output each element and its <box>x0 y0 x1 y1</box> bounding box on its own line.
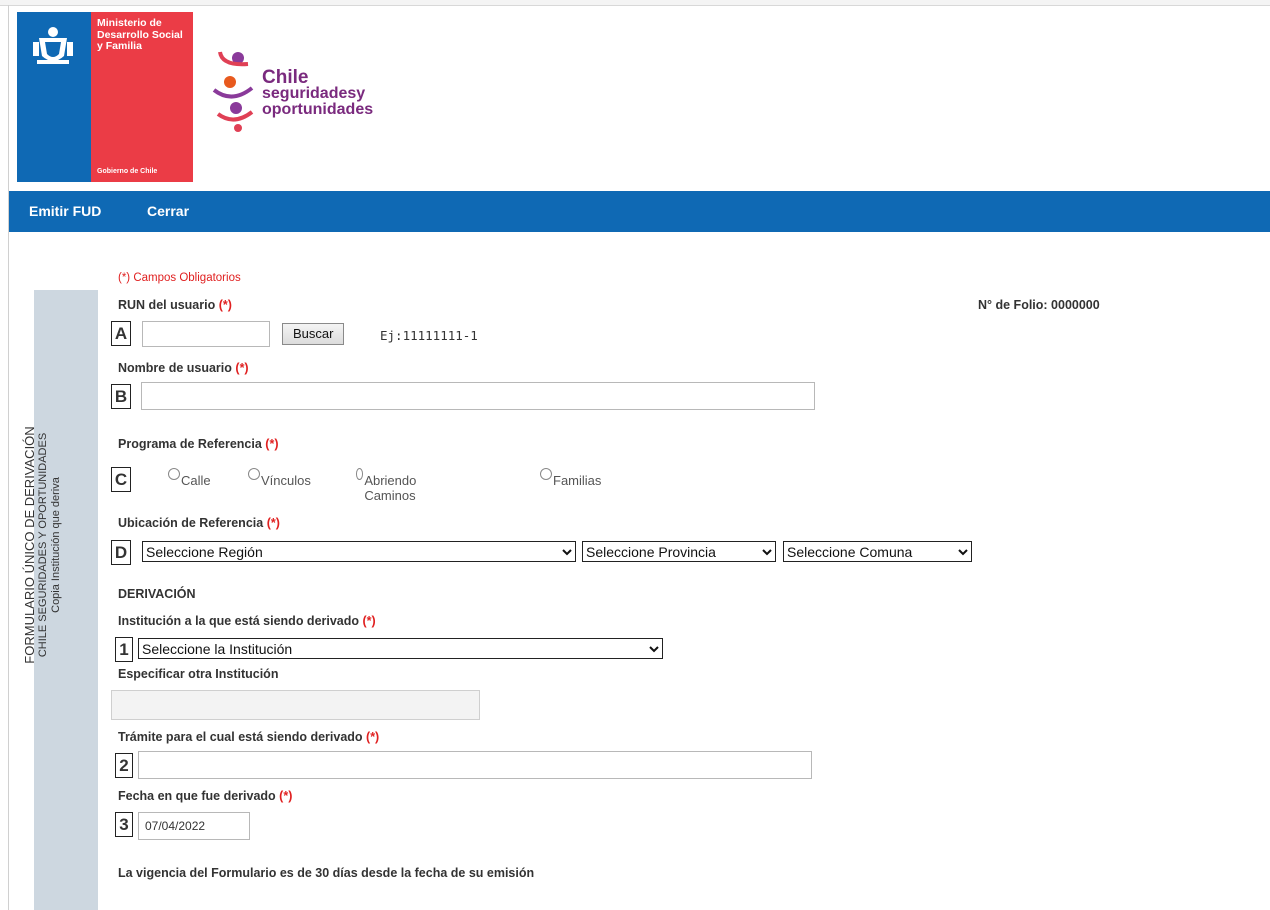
chevron-down-icon <box>762 548 772 555</box>
marker-c: C <box>111 467 131 492</box>
fecha-label-text: Fecha en que fue derivado <box>118 789 276 803</box>
run-label: RUN del usuario (*) <box>118 298 232 312</box>
shield-icon <box>33 27 73 64</box>
marker-3: 3 <box>115 812 133 837</box>
chevron-down-icon <box>649 645 659 652</box>
run-hint: Ej:11111111-1 <box>380 328 478 343</box>
institucion-select-value: Seleccione la Institución <box>142 640 293 657</box>
otra-institucion-label: Especificar otra Institución <box>118 667 279 681</box>
region-select[interactable]: Seleccione Región <box>142 541 576 562</box>
tramite-input[interactable] <box>138 751 812 779</box>
chevron-down-icon <box>958 548 968 555</box>
radio-calle-label: Calle <box>181 473 211 488</box>
chile-seguridades-logo: Chile seguridadesy oportunidades <box>212 48 412 148</box>
required-mark: (*) <box>235 361 249 375</box>
buscar-button[interactable]: Buscar <box>282 323 345 345</box>
radio-abriendo-caminos[interactable]: Abriendo Caminos <box>356 465 421 503</box>
gobierno-de-chile-label: Gobierno de Chile <box>97 168 158 175</box>
logo-blue-panel <box>17 12 91 182</box>
marker-2: 2 <box>115 753 133 778</box>
comuna-select[interactable]: Seleccione Comuna <box>783 541 972 562</box>
marker-b: B <box>111 384 131 409</box>
required-mark: (*) <box>362 614 376 628</box>
run-label-text: RUN del usuario <box>118 298 216 312</box>
required-mark: (*) <box>279 789 293 803</box>
run-input[interactable] <box>142 321 270 347</box>
nombre-input[interactable] <box>141 382 815 410</box>
ministerio-name: Ministerio de Desarrollo Social y Famili… <box>97 17 183 52</box>
vigencia-note: La vigencia del Formulario es de 30 días… <box>118 866 535 880</box>
radio-vinculos[interactable]: Vínculos <box>248 465 311 488</box>
figures-icon <box>212 51 254 132</box>
comuna-select-value: Seleccione Comuna <box>787 543 913 560</box>
institucion-label-text: Institución a la que está siendo derivad… <box>118 614 360 628</box>
radio-circle[interactable] <box>168 468 180 480</box>
ubicacion-label: Ubicación de Referencia (*) <box>118 516 280 530</box>
programa-label: Programa de Referencia (*) <box>118 437 279 451</box>
institucion-select[interactable]: Seleccione la Institución <box>138 638 663 659</box>
required-mark: (*) <box>265 437 279 451</box>
marker-a: A <box>111 321 131 346</box>
gobierno-logo: Ministerio de Desarrollo Social y Famili… <box>17 12 193 182</box>
chile-logo-text: Chile seguridadesy oportunidades <box>262 67 374 118</box>
provincia-select-value: Seleccione Provincia <box>586 543 716 560</box>
nombre-label-text: Nombre de usuario <box>118 361 232 375</box>
chile-logo-line1: Chile <box>262 67 309 88</box>
tramite-label-text: Trámite para el cual está siendo derivad… <box>118 730 363 744</box>
top-border <box>0 0 1270 6</box>
fecha-input[interactable]: 07/04/2022 <box>138 812 250 840</box>
left-border <box>8 5 9 910</box>
marker-d: D <box>111 540 131 565</box>
form-subtitle: CHILE SEGURIDADES Y OPORTUNIDADES <box>37 432 49 658</box>
fecha-label: Fecha en que fue derivado (*) <box>118 789 292 803</box>
radio-circle[interactable] <box>540 468 552 480</box>
menu-bar: Emitir FUD Cerrar <box>9 191 1270 232</box>
radio-abriendo-caminos-label: Abriendo Caminos <box>364 473 417 503</box>
institucion-label: Institución a la que está siendo derivad… <box>118 614 376 628</box>
chevron-down-icon <box>562 548 572 555</box>
required-mark: (*) <box>266 516 280 530</box>
provincia-select[interactable]: Seleccione Provincia <box>582 541 776 562</box>
otra-institucion-input[interactable] <box>111 690 480 720</box>
required-mark: (*) <box>366 730 380 744</box>
radio-circle[interactable] <box>248 468 260 480</box>
menu-emitir-fud[interactable]: Emitir FUD <box>29 203 101 219</box>
radio-familias-label: Familias <box>553 473 602 488</box>
radio-familias[interactable]: Familias <box>540 465 601 488</box>
required-mark: (*) <box>218 298 232 312</box>
radio-circle[interactable] <box>356 468 364 480</box>
menu-cerrar[interactable]: Cerrar <box>147 203 189 219</box>
logo-red-panel: Ministerio de Desarrollo Social y Famili… <box>91 12 193 182</box>
derivacion-section-title: DERIVACIÓN <box>118 587 196 601</box>
folio-number: N° de Folio: 0000000 <box>978 298 1100 312</box>
required-fields-note: (*) Campos Obligatorios <box>118 272 241 284</box>
radio-vinculos-label: Vínculos <box>261 473 311 488</box>
form-title: FORMULARIO ÚNICO DE DERIVACIÓN <box>22 426 37 664</box>
ubicacion-label-text: Ubicación de Referencia <box>118 516 264 530</box>
marker-1: 1 <box>115 637 133 662</box>
side-title-block: FORMULARIO ÚNICO DE DERIVACIÓN CHILE SEG… <box>22 335 63 755</box>
chile-logo-line3: oportunidades <box>262 101 374 118</box>
programa-label-text: Programa de Referencia <box>118 437 262 451</box>
radio-calle[interactable]: Calle <box>168 465 211 488</box>
region-select-value: Seleccione Región <box>146 543 263 560</box>
chile-logo-line2: seguridadesy <box>262 85 366 102</box>
copy-label: Copia Institución que deriva <box>50 477 62 613</box>
tramite-label: Trámite para el cual está siendo derivad… <box>118 730 379 744</box>
nombre-label: Nombre de usuario (*) <box>118 361 249 375</box>
